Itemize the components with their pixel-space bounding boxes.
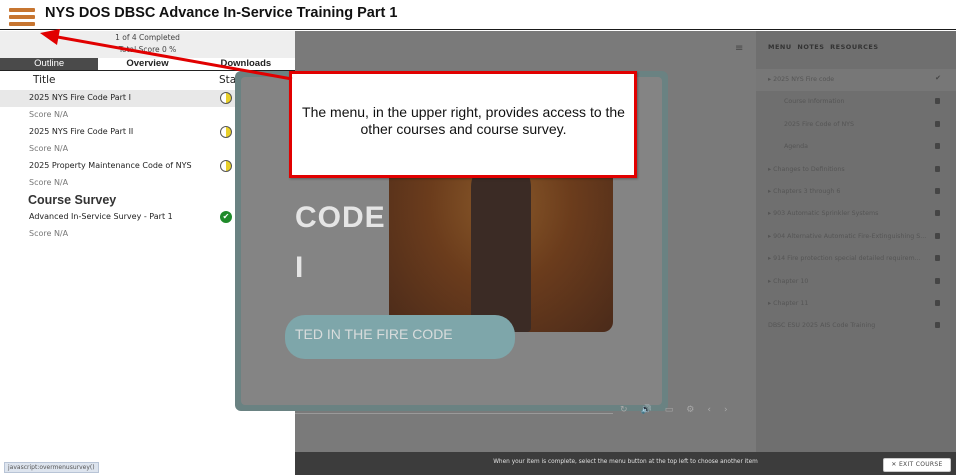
survey-score: Score N/A (29, 229, 69, 238)
check-icon: ✔ (935, 74, 941, 82)
prev-icon[interactable]: ‹ (707, 405, 711, 415)
lock-icon (935, 120, 940, 127)
course-score: Score N/A (29, 178, 69, 187)
outline-tabs: Outline Overview Downloads (0, 58, 295, 71)
progress-summary: 1 of 4 Completed Total Score 0 % (0, 31, 295, 58)
sidebar-menu-item-label: ▸ Chapters 3 through 6 (768, 188, 841, 195)
column-title: Title (33, 74, 56, 86)
sidebar-menu-item-label: Course Information (784, 98, 845, 106)
player-controls: ↻ 🔊 ▭ ⚙ ‹ › (620, 405, 728, 415)
sidebar-menu-item[interactable]: ▸ Chapter 10 (756, 271, 956, 293)
lock-icon (935, 255, 940, 262)
lock-icon (935, 143, 940, 150)
sidebar-menu-item[interactable]: ▸ 903 Automatic Sprinkler Systems (756, 203, 956, 225)
sidebar-menu-item[interactable]: Course Information (756, 91, 956, 113)
tab-downloads[interactable]: Downloads (196, 58, 295, 71)
next-icon[interactable]: › (724, 405, 728, 415)
sidebar-menu-item-label: DBSC ESU 2025 AIS Code Training (768, 322, 876, 330)
lock-icon (935, 277, 940, 284)
course-name: 2025 NYS Fire Code Part II (29, 127, 134, 136)
course-name: 2025 Property Maintenance Code of NYS (29, 161, 192, 170)
player-menu-icon[interactable]: ≡ (735, 43, 743, 54)
app-title: NYS DOS DBSC Advance In-Service Training… (45, 5, 398, 21)
sidebar-menu-item[interactable]: Agenda (756, 136, 956, 158)
replay-icon[interactable]: ↻ (620, 405, 628, 415)
bottom-bar: When your item is complete, select the m… (295, 452, 956, 475)
volume-icon[interactable]: 🔊 (641, 405, 652, 415)
sidebar-menu-item-label: ▸ 903 Automatic Sprinkler Systems (768, 210, 879, 218)
course-name: 2025 NYS Fire Code Part I (29, 93, 131, 102)
sidebar-menu-item[interactable]: 2025 Fire Code of NYS (756, 114, 956, 136)
sidebar-menu-item[interactable]: DBSC ESU 2025 AIS Code Training (756, 315, 956, 337)
in-progress-status-icon (220, 160, 232, 172)
exit-course-button[interactable]: ✕ EXIT COURSE (883, 458, 951, 472)
survey-name: Advanced In-Service Survey - Part 1 (29, 212, 173, 221)
sidebar-menu-item[interactable]: ▸ Chapters 3 through 6 (756, 181, 956, 203)
course-survey-heading: Course Survey (28, 193, 117, 207)
top-header: NYS DOS DBSC Advance In-Service Training… (0, 0, 956, 30)
sidebar-menu-item-label: ▸ Changes to Definitions (768, 165, 845, 173)
firefighter-body (471, 157, 531, 332)
hamburger-menu-icon[interactable] (9, 8, 35, 26)
slide-banner-text: TED IN THE FIRE CODE (295, 326, 453, 342)
status-bar-url: javascript:overmenusurvey() (4, 462, 99, 473)
instruction-message: When your item is complete, select the m… (493, 459, 758, 465)
in-progress-status-icon (220, 126, 232, 138)
lock-icon (935, 210, 940, 217)
in-progress-status-icon (220, 92, 232, 104)
course-score: Score N/A (29, 144, 69, 153)
sidebar-menu-item-label: ▸ 904 Alternative Automatic Fire-Extingu… (768, 232, 927, 240)
lock-icon (935, 165, 940, 172)
complete-check-icon: ✔ (220, 211, 232, 223)
tab-outline[interactable]: Outline (0, 58, 99, 71)
lock-icon (935, 188, 940, 194)
callout-text: The menu, in the upper right, provides a… (302, 104, 625, 137)
sidebar-menu-item-label: 2025 Fire Code of NYS (784, 120, 855, 128)
sidebar-menu-item[interactable]: ▸ Changes to Definitions (756, 159, 956, 181)
sidebar-menu-item-label: Agenda (784, 143, 809, 151)
lock-icon (935, 322, 940, 329)
course-sidebar: MENU NOTES RESOURCES ▸ 2025 NYS Fire cod… (756, 31, 956, 452)
progress-score-text: Total Score 0 % (118, 45, 177, 54)
screen: NYS DOS DBSC Advance In-Service Training… (0, 0, 956, 475)
progress-completed-text: 1 of 4 Completed (115, 33, 180, 42)
sidebar-menu-item-label: ▸ 2025 NYS Fire code (768, 76, 835, 83)
slide-title-code: CODE (295, 201, 386, 234)
slide-title-numeral: I (295, 251, 304, 284)
sidebar-menu-item-label: ▸ 914 Fire protection special detailed r… (768, 255, 921, 263)
sidebar-menu-item[interactable]: ▸ Chapter 11 (756, 293, 956, 315)
captions-icon[interactable]: ▭ (665, 405, 674, 415)
course-score: Score N/A (29, 110, 69, 119)
sidebar-menu-item[interactable]: ▸ 2025 NYS Fire code ✔ (756, 69, 956, 91)
tab-overview[interactable]: Overview (98, 58, 197, 71)
tutorial-callout: The menu, in the upper right, provides a… (289, 71, 637, 178)
sidebar-menu-item-label: ▸ Chapter 11 (768, 300, 809, 307)
sidebar-menu-item-label: ▸ Chapter 10 (768, 277, 809, 285)
lock-icon (935, 232, 940, 239)
seek-bar[interactable] (295, 413, 613, 414)
sidebar-menu-item[interactable]: ▸ 904 Alternative Automatic Fire-Extingu… (756, 226, 956, 248)
lock-icon (935, 300, 940, 306)
sidebar-menu-item[interactable]: ▸ 914 Fire protection special detailed r… (756, 248, 956, 270)
settings-icon[interactable]: ⚙ (686, 405, 694, 415)
sidebar-tabs[interactable]: MENU NOTES RESOURCES (768, 43, 879, 51)
lock-icon (935, 98, 940, 105)
